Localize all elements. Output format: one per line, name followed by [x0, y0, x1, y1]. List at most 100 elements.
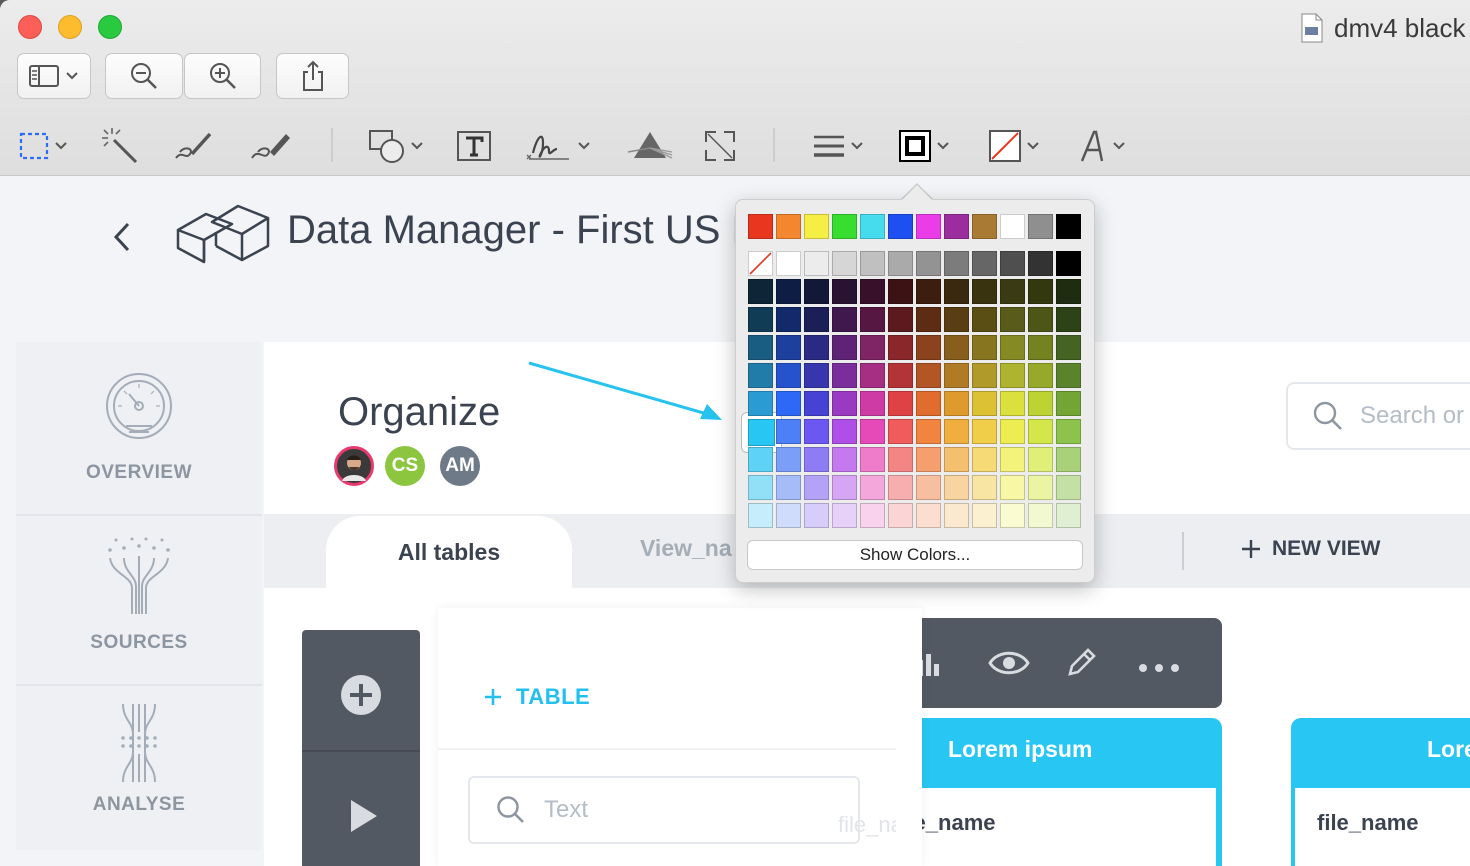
color-swatch[interactable] — [916, 279, 941, 304]
color-swatch[interactable] — [916, 447, 941, 472]
color-swatch[interactable] — [804, 391, 829, 416]
color-swatch[interactable] — [1028, 307, 1053, 332]
color-swatch[interactable] — [860, 279, 885, 304]
color-swatch[interactable] — [776, 251, 801, 276]
color-swatch[interactable] — [944, 391, 969, 416]
color-swatch[interactable] — [1028, 419, 1053, 444]
color-swatch[interactable] — [916, 503, 941, 528]
color-swatch[interactable] — [804, 447, 829, 472]
color-swatch[interactable] — [972, 475, 997, 500]
color-swatch[interactable] — [944, 503, 969, 528]
color-swatch[interactable] — [1028, 503, 1053, 528]
color-swatch[interactable] — [888, 363, 913, 388]
add-button[interactable] — [340, 674, 382, 720]
color-swatch[interactable] — [916, 307, 941, 332]
color-swatch[interactable] — [1028, 251, 1053, 276]
color-swatch[interactable] — [1000, 447, 1025, 472]
color-swatch[interactable] — [1056, 307, 1081, 332]
sidebar-toggle-button[interactable] — [17, 53, 91, 99]
color-swatch[interactable] — [944, 279, 969, 304]
color-swatch[interactable] — [1000, 279, 1025, 304]
color-swatch[interactable] — [1028, 214, 1053, 239]
sidebar-item-analyse[interactable]: ANALYSE — [16, 686, 262, 850]
color-swatch[interactable] — [916, 335, 941, 360]
color-swatch[interactable] — [860, 251, 885, 276]
zoom-out-button[interactable] — [105, 53, 183, 99]
color-swatch[interactable] — [916, 419, 941, 444]
color-swatch[interactable] — [944, 214, 969, 239]
color-swatch[interactable] — [944, 419, 969, 444]
color-swatch[interactable] — [860, 503, 885, 528]
color-swatch[interactable] — [1000, 475, 1025, 500]
draw-tool[interactable] — [248, 124, 294, 168]
table-search-input[interactable]: Text — [468, 776, 860, 844]
minimize-window-button[interactable] — [58, 15, 82, 39]
tab-all-tables[interactable]: All tables — [326, 516, 572, 588]
color-swatch[interactable] — [776, 419, 801, 444]
color-swatch[interactable] — [804, 335, 829, 360]
text-tool[interactable] — [456, 124, 492, 168]
color-swatch[interactable] — [972, 279, 997, 304]
edit-button[interactable] — [1064, 646, 1098, 684]
color-swatch[interactable] — [860, 363, 885, 388]
color-swatch[interactable] — [832, 475, 857, 500]
color-swatch[interactable] — [1028, 447, 1053, 472]
shapes-tool[interactable] — [368, 124, 424, 168]
color-swatch[interactable] — [1056, 475, 1081, 500]
color-swatch[interactable] — [832, 335, 857, 360]
color-swatch[interactable] — [888, 503, 913, 528]
color-swatch[interactable] — [916, 475, 941, 500]
color-swatch[interactable] — [1056, 391, 1081, 416]
color-swatch[interactable] — [1000, 391, 1025, 416]
color-swatch[interactable] — [1028, 279, 1053, 304]
close-window-button[interactable] — [18, 15, 42, 39]
color-swatch[interactable] — [804, 279, 829, 304]
color-swatch[interactable] — [1000, 251, 1025, 276]
instant-alpha-tool[interactable] — [100, 124, 140, 168]
selection-tool[interactable] — [18, 124, 68, 168]
color-swatch[interactable] — [804, 503, 829, 528]
color-swatch[interactable] — [776, 214, 801, 239]
color-swatch[interactable] — [916, 391, 941, 416]
color-swatch[interactable] — [888, 475, 913, 500]
color-swatch[interactable] — [972, 447, 997, 472]
color-swatch[interactable] — [804, 214, 829, 239]
color-swatch[interactable] — [1000, 419, 1025, 444]
sidebar-item-overview[interactable]: OVERVIEW — [16, 342, 262, 514]
color-swatch[interactable] — [748, 391, 773, 416]
color-swatch[interactable] — [860, 391, 885, 416]
color-swatch[interactable] — [1056, 447, 1081, 472]
search-input[interactable]: Search or — [1286, 382, 1470, 450]
color-swatch[interactable] — [1056, 279, 1081, 304]
color-swatch[interactable] — [748, 307, 773, 332]
color-swatch[interactable] — [972, 363, 997, 388]
tab-view[interactable]: View_na — [640, 535, 732, 562]
color-swatch[interactable] — [748, 447, 773, 472]
color-swatch[interactable] — [776, 475, 801, 500]
color-swatch[interactable] — [944, 447, 969, 472]
color-swatch[interactable] — [1000, 335, 1025, 360]
color-swatch[interactable] — [972, 214, 997, 239]
color-swatch[interactable] — [776, 335, 801, 360]
adjust-size-tool[interactable] — [702, 124, 738, 168]
color-swatch[interactable] — [1056, 251, 1081, 276]
color-swatch[interactable] — [804, 307, 829, 332]
show-colors-button[interactable]: Show Colors... — [747, 540, 1083, 570]
sidebar-item-sources[interactable]: SOURCES — [16, 516, 262, 684]
color-swatch[interactable] — [888, 307, 913, 332]
color-swatch[interactable] — [860, 214, 885, 239]
avatar[interactable]: CS — [385, 446, 425, 486]
color-swatch[interactable] — [1000, 214, 1025, 239]
color-swatch[interactable] — [972, 335, 997, 360]
color-swatch[interactable] — [1000, 363, 1025, 388]
color-swatch[interactable] — [860, 335, 885, 360]
more-options-button[interactable] — [1138, 658, 1180, 677]
color-swatch[interactable] — [1056, 214, 1081, 239]
color-swatch[interactable] — [776, 447, 801, 472]
color-swatch[interactable] — [832, 279, 857, 304]
color-swatch[interactable] — [1028, 475, 1053, 500]
color-swatch[interactable] — [1000, 307, 1025, 332]
color-swatch[interactable] — [1028, 363, 1053, 388]
color-swatch[interactable] — [888, 214, 913, 239]
color-swatch[interactable] — [1056, 419, 1081, 444]
